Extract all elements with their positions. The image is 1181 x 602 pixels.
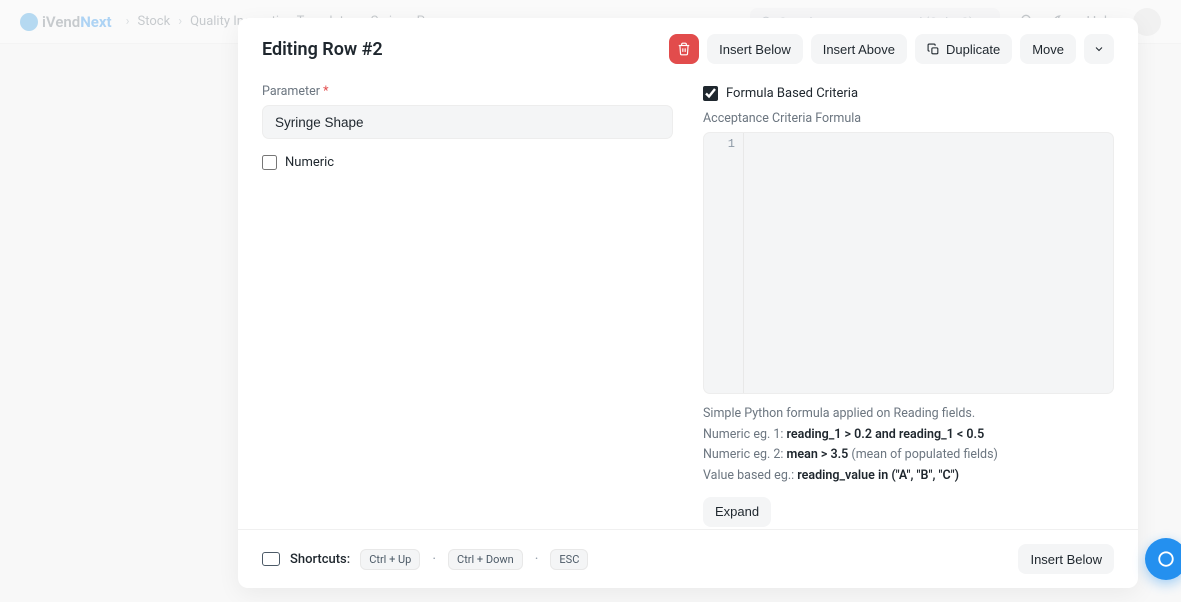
copy-icon [927,43,940,56]
numeric-checkbox[interactable] [262,155,277,170]
logo-text-2: Next [80,13,111,31]
breadcrumb-item[interactable]: Stock [138,14,171,29]
footer-insert-below-button[interactable]: Insert Below [1018,544,1114,574]
chat-icon [1157,550,1175,568]
help-line-1: Simple Python formula applied on Reading… [703,404,1114,425]
kbd-ctrl-down: Ctrl + Down [448,549,523,570]
help-text: Simple Python formula applied on Reading… [703,404,1114,487]
code-gutter: 1 [704,133,744,393]
chevron-down-icon [1093,43,1105,55]
modal-body: Parameter * Numeric Formula Based Criter… [238,80,1138,529]
right-column: Formula Based Criteria Acceptance Criter… [703,84,1114,521]
kbd-ctrl-up: Ctrl + Up [360,549,420,570]
more-actions-button[interactable] [1084,34,1114,64]
numeric-label: Numeric [285,155,334,170]
modal-title: Editing Row #2 [262,39,661,60]
logo: iVendNext [20,13,112,31]
chevron-right-icon: › [178,14,182,29]
numeric-checkbox-row[interactable]: Numeric [262,155,673,170]
left-column: Parameter * Numeric [262,84,673,521]
acceptance-formula-editor[interactable]: 1 [703,132,1114,394]
modal-footer: Shortcuts: Ctrl + Up · Ctrl + Down · ESC… [238,529,1138,588]
trash-icon [677,42,691,56]
dot-separator: · [533,551,541,567]
chevron-right-icon: › [126,14,130,29]
move-button[interactable]: Move [1020,34,1076,64]
formula-based-checkbox-row[interactable]: Formula Based Criteria [703,86,1114,101]
code-area[interactable] [744,133,1113,393]
help-line-4: Value based eg.: reading_value in ("A", … [703,466,1114,487]
formula-based-label: Formula Based Criteria [726,86,858,101]
expand-button[interactable]: Expand [703,497,771,527]
duplicate-label: Duplicate [946,42,1000,57]
code-line-number: 1 [712,137,735,151]
logo-text-1: iVend [42,13,80,31]
duplicate-button[interactable]: Duplicate [915,34,1012,64]
delete-button[interactable] [669,34,699,64]
dot-separator: · [430,551,438,567]
parameter-label: Parameter * [262,84,673,99]
logo-icon [20,13,38,31]
help-line-3: Numeric eg. 2: mean > 3.5 (mean of popul… [703,445,1114,466]
formula-based-checkbox[interactable] [703,86,718,101]
acceptance-formula-label: Acceptance Criteria Formula [703,111,1114,126]
help-line-2: Numeric eg. 1: reading_1 > 0.2 and readi… [703,425,1114,446]
insert-above-button[interactable]: Insert Above [811,34,907,64]
shortcuts-label: Shortcuts: [290,552,350,567]
parameter-input[interactable] [262,105,673,139]
keyboard-icon [262,552,280,566]
chat-fab[interactable] [1145,538,1181,580]
kbd-esc: ESC [550,549,588,570]
edit-row-modal: Editing Row #2 Insert Below Insert Above… [238,18,1138,588]
insert-below-button[interactable]: Insert Below [707,34,803,64]
modal-header: Editing Row #2 Insert Below Insert Above… [238,18,1138,80]
